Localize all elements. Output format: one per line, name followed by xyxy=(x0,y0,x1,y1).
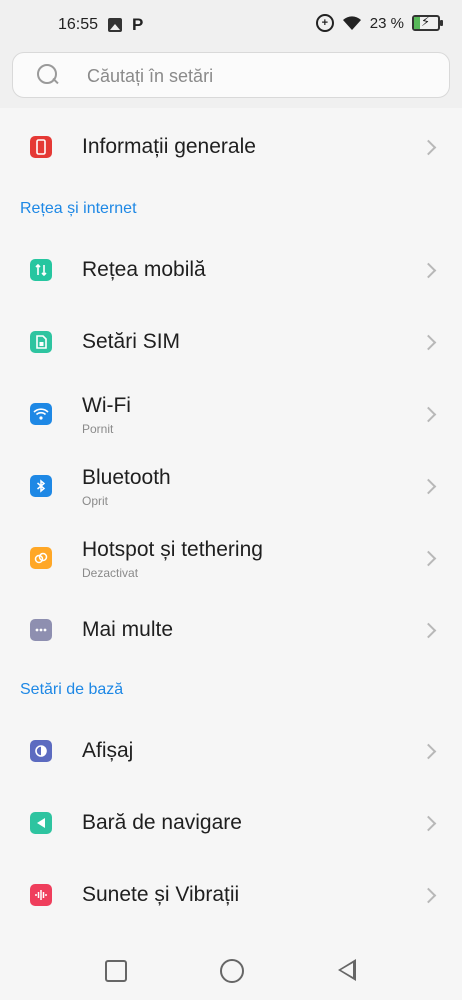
mobile-data-icon xyxy=(30,259,52,281)
hotspot-link-icon xyxy=(30,547,52,569)
home-button[interactable] xyxy=(220,959,244,983)
battery-charging-icon: ⚡ xyxy=(412,14,443,31)
chevron-right-icon xyxy=(420,743,437,760)
battery-percent: 23 % xyxy=(369,14,404,32)
parking-app-notification-icon: P xyxy=(132,15,144,34)
settings-item-label: Sunete și Vibrații xyxy=(82,883,240,906)
settings-item-hotspot[interactable]: Hotspot și tethering Dezactivat xyxy=(0,522,462,594)
settings-item-wifi[interactable]: Wi-Fi Pornit xyxy=(0,378,462,450)
chevron-right-icon xyxy=(420,139,437,156)
settings-item-label: Setări SIM xyxy=(82,330,181,353)
wifi-signal-icon xyxy=(342,16,361,30)
settings-item-label: Bară de navigare xyxy=(82,811,242,834)
settings-item-label: Hotspot și tethering xyxy=(82,538,263,561)
navigation-arrow-icon xyxy=(30,812,52,834)
search-input[interactable] xyxy=(85,53,429,99)
more-dots-icon xyxy=(30,619,52,641)
recent-apps-button[interactable] xyxy=(105,960,127,982)
settings-item-sim[interactable]: Setări SIM xyxy=(0,306,462,378)
settings-item-label: Mai multe xyxy=(82,618,174,641)
chevron-right-icon xyxy=(420,334,437,351)
chevron-right-icon xyxy=(420,478,437,495)
settings-item-label: Bluetooth xyxy=(82,466,171,489)
gallery-notification-icon xyxy=(108,18,122,32)
settings-item-navigation-bar[interactable]: Bară de navigare xyxy=(0,787,462,859)
status-notification-icons: P xyxy=(108,15,143,35)
settings-item-more[interactable]: Mai multe xyxy=(0,594,462,666)
status-system-icons: + 23 % ⚡ xyxy=(315,14,443,32)
chevron-right-icon xyxy=(420,406,437,423)
settings-item-status: Pornit xyxy=(82,422,114,436)
display-brightness-icon xyxy=(30,740,52,762)
search-icon xyxy=(37,64,59,86)
chevron-right-icon xyxy=(420,887,437,904)
settings-item-label: Informații generale xyxy=(82,135,256,158)
settings-item-general-info[interactable]: Informații generale xyxy=(0,111,462,183)
settings-item-status: Oprit xyxy=(82,494,109,508)
settings-item-status: Dezactivat xyxy=(82,566,139,580)
settings-item-label: Wi-Fi xyxy=(82,394,131,417)
settings-item-display[interactable]: Afișaj xyxy=(0,715,462,787)
bluetooth-icon xyxy=(30,475,52,497)
chevron-right-icon xyxy=(420,622,437,639)
wifi-icon xyxy=(30,403,52,425)
status-time: 16:55 xyxy=(58,16,99,33)
sim-card-icon xyxy=(30,331,52,353)
settings-item-sounds[interactable]: Sunete și Vibrații xyxy=(0,859,462,931)
section-header-basic: Setări de bază xyxy=(20,681,124,698)
section-header-network: Rețea și internet xyxy=(20,200,137,217)
chevron-right-icon xyxy=(420,815,437,832)
back-button[interactable] xyxy=(338,959,356,981)
system-navigation-bar xyxy=(0,940,462,1000)
search-area xyxy=(0,46,462,108)
settings-item-label: Afișaj xyxy=(82,739,134,762)
phone-info-icon xyxy=(30,136,52,158)
data-saver-icon: + xyxy=(315,14,334,32)
settings-item-mobile-network[interactable]: Rețea mobilă xyxy=(0,234,462,306)
sound-wave-icon xyxy=(30,884,52,906)
chevron-right-icon xyxy=(420,262,437,279)
chevron-right-icon xyxy=(420,550,437,567)
status-bar: 16:55 P + 23 % ⚡ xyxy=(0,0,462,46)
settings-item-label: Rețea mobilă xyxy=(82,258,206,281)
settings-item-bluetooth[interactable]: Bluetooth Oprit xyxy=(0,450,462,522)
search-box[interactable] xyxy=(12,52,450,99)
